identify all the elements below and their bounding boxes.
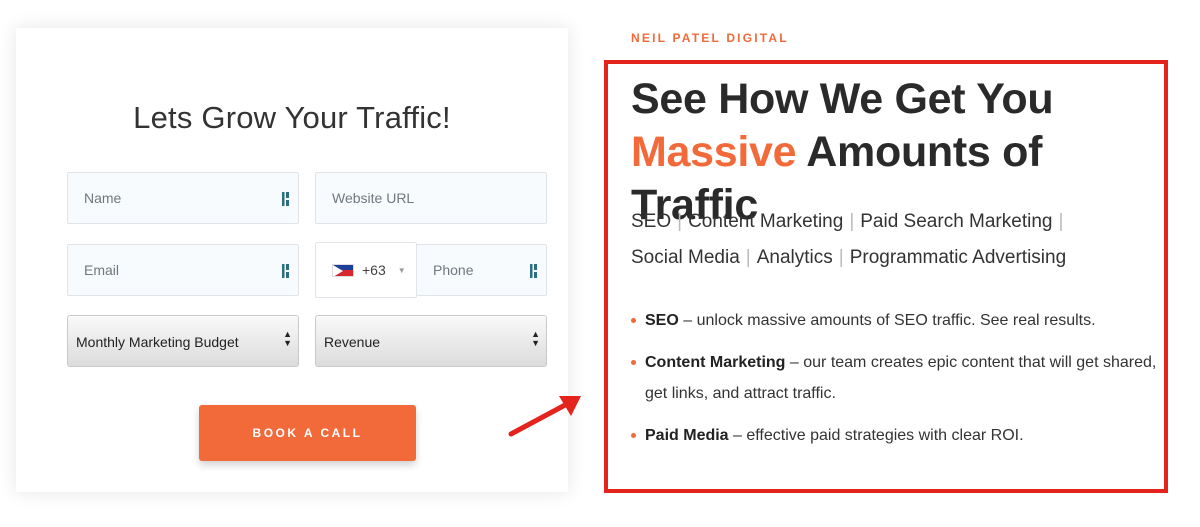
list-item: SEO – unlock massive amounts of SEO traf… [631, 305, 1161, 336]
headline-accent: Massive [631, 128, 797, 176]
philippines-flag-icon [332, 263, 354, 277]
phone-field[interactable] [416, 244, 547, 296]
book-a-call-button[interactable]: BOOK A CALL [199, 405, 416, 461]
bullet-text: – unlock massive amounts of SEO traffic.… [678, 312, 1096, 329]
brand-label: NEIL PATEL DIGITAL [631, 31, 789, 45]
lastpass-icon[interactable] [530, 263, 540, 279]
budget-select[interactable]: Monthly Marketing Budget ▲ ▼ [67, 315, 299, 367]
website-url-field[interactable] [315, 172, 547, 224]
red-arrow-icon [508, 396, 581, 437]
benefits-list: SEO – unlock massive amounts of SEO traf… [631, 305, 1161, 462]
website-url-input[interactable] [316, 173, 546, 223]
bullet-text: – effective paid strategies with clear R… [728, 427, 1024, 444]
lastpass-icon[interactable] [282, 191, 292, 207]
service-item: SEO [631, 211, 672, 232]
revenue-select-value: Revenue [324, 334, 381, 350]
services-list: SEO | Content Marketing | Paid Search Market… [631, 211, 1067, 268]
bullet-title: Paid Media [645, 427, 729, 444]
select-arrows-icon: ▲ ▼ [283, 329, 292, 348]
chevron-down-icon: ▼ [397, 265, 406, 275]
service-item: Social Media [631, 247, 740, 268]
revenue-select[interactable]: Revenue ▲ ▼ [315, 315, 547, 367]
list-item: Content Marketing – our team creates epi… [631, 347, 1161, 409]
budget-select-value: Monthly Marketing Budget [76, 334, 239, 350]
service-item: Paid Search Marketing [860, 211, 1053, 232]
lead-form-card: Lets Grow Your Traffic! +63 ▼ [16, 28, 568, 492]
name-field[interactable] [67, 172, 299, 224]
email-field[interactable] [67, 244, 299, 296]
service-item: Programmatic Advertising [849, 247, 1067, 268]
service-item: Analytics [756, 247, 833, 268]
country-code-dropdown[interactable]: +63 ▼ [315, 242, 417, 298]
bullet-title: Content Marketing [645, 354, 786, 371]
list-item: Paid Media – effective paid strategies w… [631, 420, 1161, 451]
name-input[interactable] [68, 173, 298, 223]
country-code-value: +63 [362, 262, 386, 278]
service-item: Content Marketing [688, 211, 844, 232]
select-arrows-icon: ▲ ▼ [531, 329, 540, 348]
phone-input[interactable] [417, 245, 546, 295]
form-title: Lets Grow Your Traffic! [133, 100, 451, 135]
lastpass-icon[interactable] [282, 263, 292, 279]
bullet-title: SEO [645, 312, 679, 329]
email-input[interactable] [68, 245, 298, 295]
headline-line1: See How We Get You [631, 75, 1054, 123]
